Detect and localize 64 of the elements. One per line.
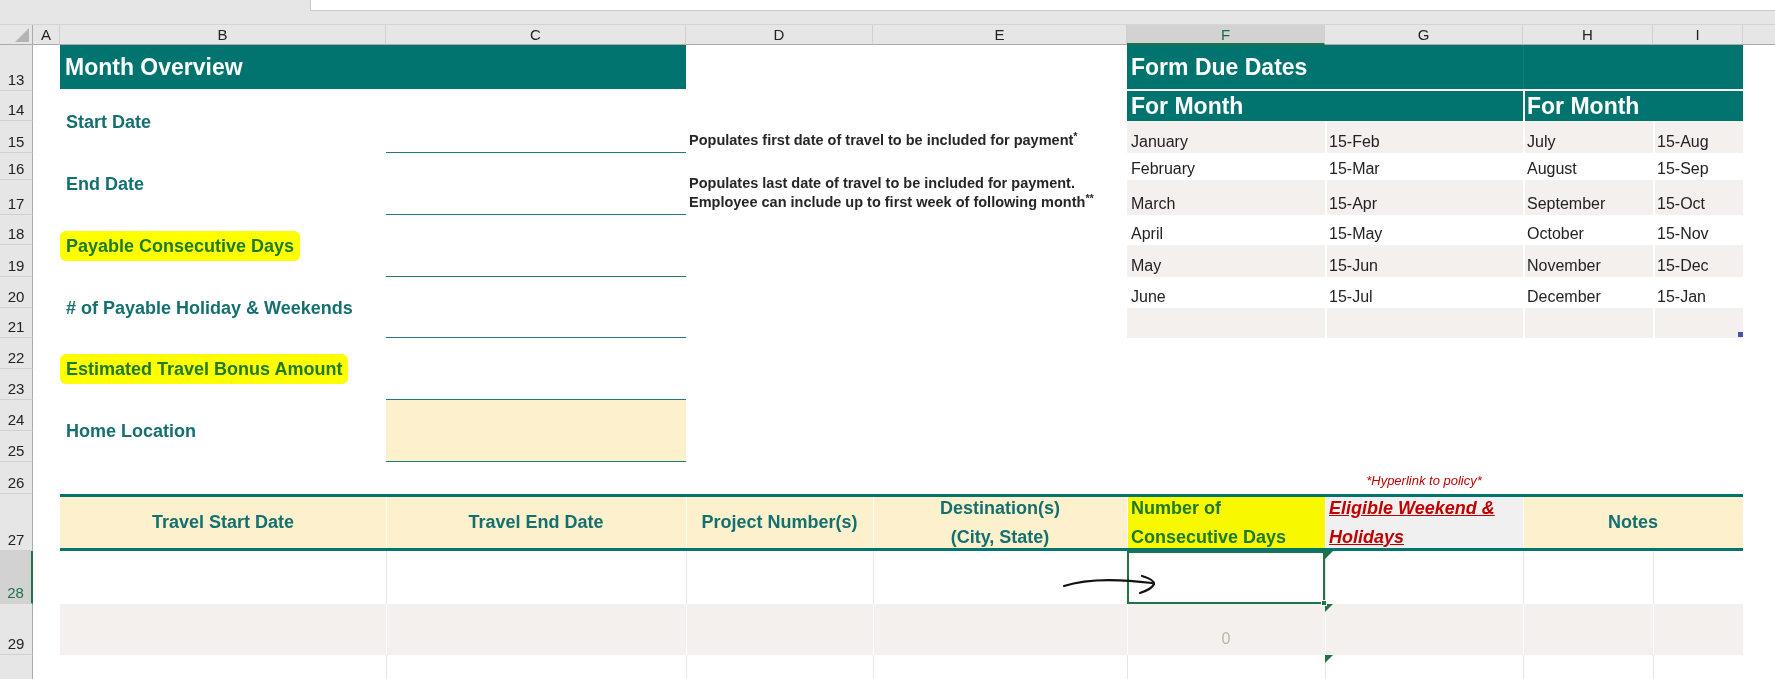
table-title: Form Due Dates [1127, 45, 1523, 89]
month-cell: July [1523, 121, 1653, 153]
row-header[interactable]: 29 [0, 604, 33, 655]
row-header[interactable]: 25 [0, 431, 33, 462]
column-heading: Notes [1523, 494, 1743, 551]
row-header[interactable]: 26 [0, 462, 33, 494]
row-header[interactable]: 28 [0, 551, 33, 604]
due-date-cell: 15-Dec [1653, 245, 1743, 277]
input-field[interactable] [386, 400, 686, 462]
table-cell: 0 [1127, 604, 1325, 655]
month-cell: November [1523, 245, 1653, 277]
field-label: Home Location [65, 420, 197, 443]
policy-note: *Hyperlink to policy* [1366, 472, 1482, 490]
field-label: Start Date [65, 111, 153, 134]
row-header[interactable]: 19 [0, 245, 33, 277]
formula-bar-field[interactable] [310, 0, 1775, 11]
due-date-cell: 15-Oct [1653, 180, 1743, 215]
month-cell: March [1127, 180, 1325, 215]
group-heading: For Month [1523, 91, 1743, 121]
field-label: Estimated Travel Bonus Amount [60, 354, 349, 384]
section-title: Month Overview [60, 45, 686, 89]
fill-handle[interactable] [1321, 600, 1327, 606]
column-heading: Travel End Date [386, 494, 686, 551]
column-header[interactable]: E [873, 25, 1127, 45]
row-header[interactable]: 24 [0, 400, 33, 431]
row-header[interactable]: 14 [0, 91, 33, 121]
policy-link[interactable]: Eligible Weekend & Holidays [1329, 493, 1495, 552]
column-header[interactable]: G [1325, 25, 1523, 45]
row-header[interactable]: 15 [0, 121, 33, 153]
field-label: Payable Consecutive Days [60, 231, 301, 261]
due-date-cell: 15-Aug [1653, 121, 1743, 153]
month-cell: May [1127, 245, 1325, 277]
column-header[interactable]: H [1523, 25, 1653, 45]
resize-handle-icon[interactable] [1738, 332, 1743, 337]
row-header[interactable]: 18 [0, 215, 33, 245]
row-header[interactable]: 13 [0, 45, 33, 91]
due-date-cell: 15-Jun [1325, 245, 1523, 277]
column-header[interactable]: A [33, 25, 60, 45]
column-heading: Number of Consecutive Days [1127, 494, 1325, 551]
column-heading: Project Number(s) [686, 494, 873, 551]
column-header[interactable]: F [1127, 25, 1325, 45]
field-note: Populates last date of travel to be included for payment. Employee can include up to first week of following month$^{**}$ [688, 174, 1095, 212]
row-header[interactable]: 27 [0, 494, 33, 551]
due-date-cell: 15-Feb [1325, 121, 1523, 153]
column-heading: Destination(s) (City, State) [873, 494, 1127, 551]
column-header[interactable]: I [1653, 25, 1743, 45]
row-header[interactable]: 16 [0, 153, 33, 180]
column-header[interactable]: D [686, 25, 873, 45]
row-header[interactable]: 22 [0, 338, 33, 369]
row-header[interactable]: 17 [0, 180, 33, 215]
month-cell: September [1523, 180, 1653, 215]
due-date-cell: 15-Apr [1325, 180, 1523, 215]
column-header[interactable]: C [386, 25, 686, 45]
column-header[interactable]: B [60, 25, 386, 45]
field-note: Populates first date of travel to be included for payment$^{*}$ [688, 131, 1079, 150]
row-header[interactable]: 20 [0, 277, 33, 308]
field-label: End Date [65, 173, 145, 196]
field-label: # of Payable Holiday & Weekends [65, 296, 354, 320]
row-header[interactable]: 21 [0, 308, 33, 338]
group-heading: For Month [1127, 91, 1523, 121]
column-heading: Travel Start Date [60, 494, 386, 551]
selected-cell[interactable] [1127, 551, 1325, 604]
row-header[interactable]: 23 [0, 369, 33, 400]
month-cell: January [1127, 121, 1325, 153]
